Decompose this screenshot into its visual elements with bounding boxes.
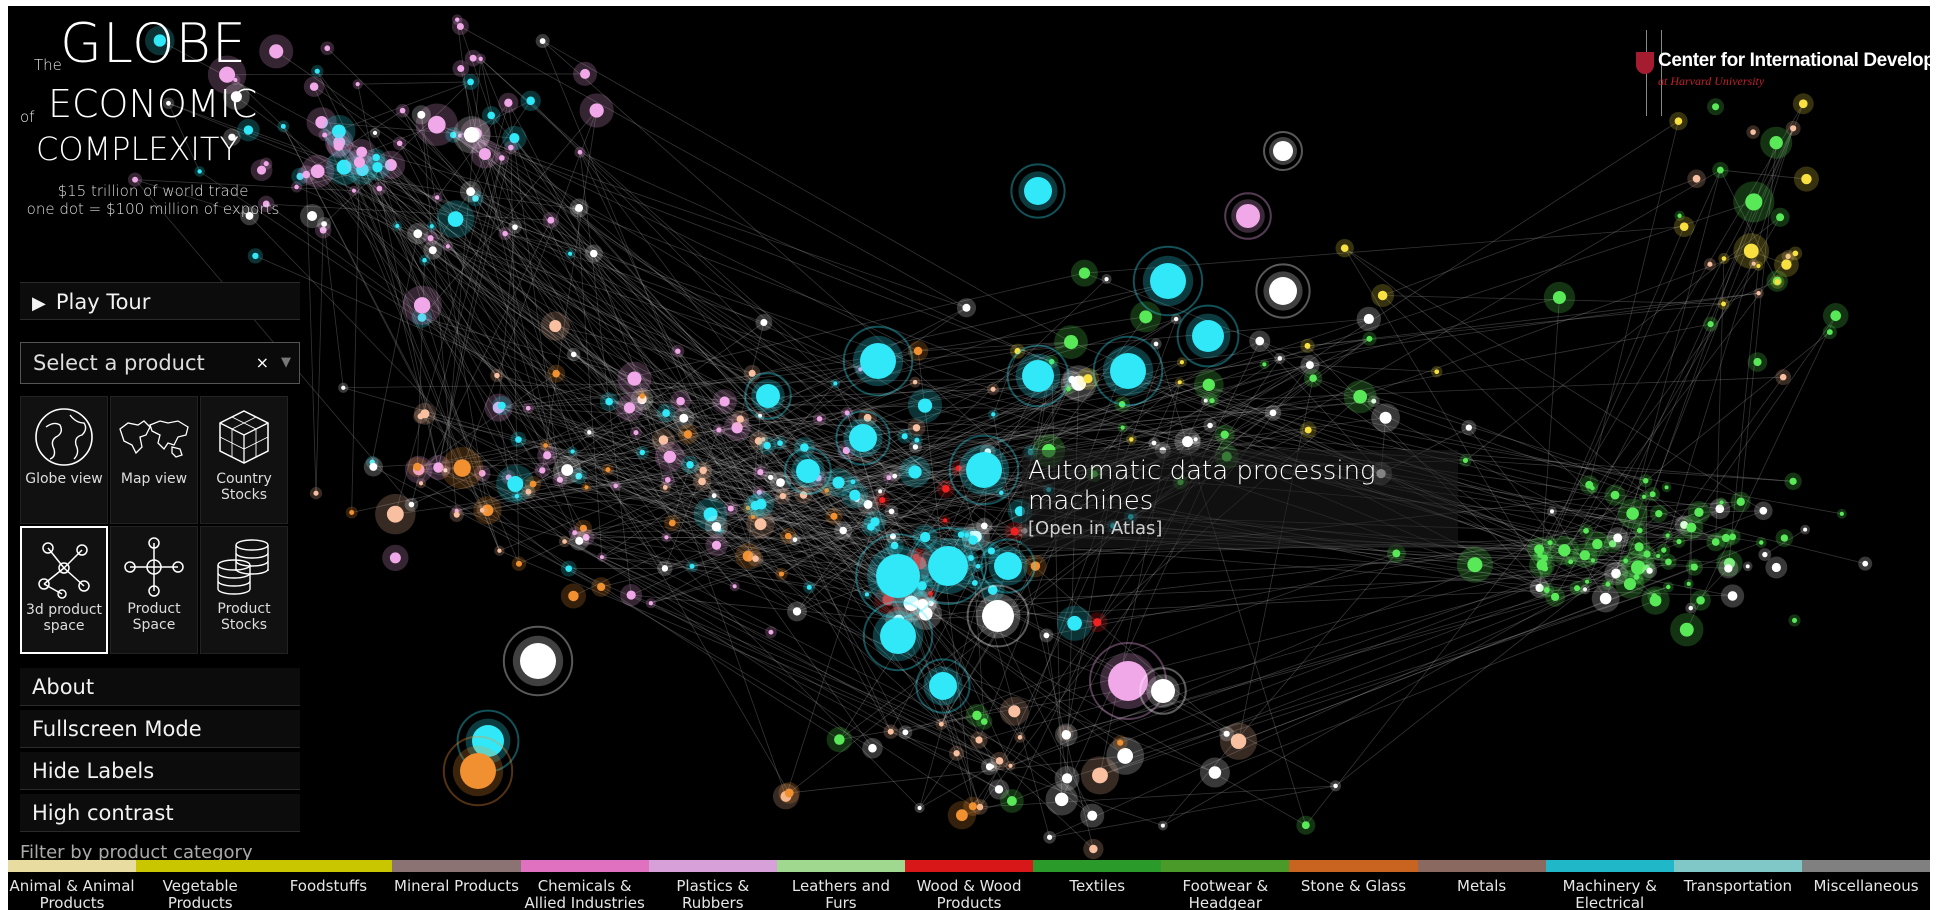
product-select[interactable]: Select a product × ▼: [20, 342, 300, 384]
title-complexity: COMPLEXITY: [36, 130, 239, 168]
logo-subtitle: at Harvard University: [1658, 74, 1765, 88]
3d-product-space-button[interactable]: 3d product space: [20, 526, 108, 654]
category-mineral[interactable]: Mineral Products: [392, 860, 521, 910]
category-label: Animal & Animal Products: [9, 877, 135, 910]
category-footwear[interactable]: Footwear & Headgear: [1161, 860, 1290, 910]
category-swatch: [1417, 860, 1546, 872]
category-swatch: [1545, 860, 1674, 872]
category-label: Footwear & Headgear: [1182, 877, 1269, 910]
category-swatch: [136, 860, 265, 872]
title-of: of: [20, 108, 35, 126]
category-label: Miscellaneous: [1813, 877, 1919, 895]
category-wood[interactable]: Wood & Wood Products: [904, 860, 1034, 910]
category-swatch: [1801, 860, 1930, 872]
country-stocks-label: Country Stocks: [216, 471, 272, 503]
globe-icon: [35, 408, 93, 466]
category-stone-glass[interactable]: Stone & Glass: [1289, 860, 1418, 910]
category-swatch: [1161, 860, 1290, 872]
category-swatch: [1673, 860, 1802, 872]
clear-icon[interactable]: ×: [256, 343, 269, 383]
cid-logo[interactable]: Center for International Development at …: [1624, 22, 1930, 132]
hide-labels-button[interactable]: Hide Labels: [20, 752, 300, 790]
category-label: Leathers and Furs: [791, 877, 890, 910]
category-animal[interactable]: Animal & Animal Products: [8, 860, 137, 910]
title-the: The: [34, 56, 62, 74]
visualization-frame: The GLOBE of ECONOMIC COMPLEXITY $15 tri…: [8, 6, 1930, 910]
category-swatch: [776, 860, 905, 872]
network-nodes[interactable]: [127, 14, 1873, 860]
category-label: Mineral Products: [394, 877, 519, 895]
category-label: Metals: [1457, 877, 1507, 895]
category-swatch: [520, 860, 649, 872]
category-label: Foodstuffs: [289, 877, 368, 895]
play-tour-label: Play Tour: [55, 290, 151, 314]
category-swatch: [392, 860, 521, 872]
category-miscellaneous[interactable]: Miscellaneous: [1801, 860, 1930, 910]
category-swatch: [264, 860, 393, 872]
map-view-label: Map view: [120, 471, 188, 487]
category-swatch: [648, 860, 777, 872]
category-label: Plastics & Rubbers: [676, 877, 750, 910]
map-view-button[interactable]: Map view: [110, 396, 198, 524]
high-contrast-button[interactable]: High contrast: [20, 794, 300, 832]
category-chemicals[interactable]: Chemicals & Allied Industries: [520, 860, 649, 910]
about-button[interactable]: About: [20, 668, 300, 706]
category-label: Vegetable Products: [162, 877, 238, 910]
title-globe: GLOBE: [60, 12, 247, 75]
3d-product-space-label: 3d product space: [25, 602, 103, 634]
harvard-shield-icon: [1636, 52, 1654, 74]
category-leathers[interactable]: Leathers and Furs: [776, 860, 905, 910]
title-economic: ECONOMIC: [48, 82, 258, 126]
chevron-down-icon[interactable]: ▼: [281, 343, 291, 383]
country-stocks-button[interactable]: Country Stocks: [200, 396, 288, 524]
play-tour-button[interactable]: ▶ Play Tour: [20, 282, 300, 320]
category-transportation[interactable]: Transportation: [1673, 860, 1802, 910]
product-tooltip: Automatic data processing machines [Open…: [1022, 450, 1458, 548]
category-metals[interactable]: Metals: [1417, 860, 1546, 910]
globe-view-button[interactable]: Globe view: [20, 396, 108, 524]
play-icon: ▶: [32, 293, 46, 314]
category-swatch: [1289, 860, 1418, 872]
cube-stack-icon: [219, 410, 269, 464]
product-stocks-button[interactable]: Product Stocks: [200, 526, 288, 654]
product-space-label: Product Space: [127, 601, 181, 633]
category-plastics[interactable]: Plastics & Rubbers: [648, 860, 777, 910]
category-vegetable[interactable]: Vegetable Products: [136, 860, 265, 910]
logo-name: Center for International Development: [1658, 50, 1930, 71]
category-label: Stone & Glass: [1300, 877, 1407, 895]
category-label: Chemicals & Allied Industries: [524, 877, 645, 910]
product-select-placeholder: Select a product: [33, 351, 205, 375]
coin-stack-icon: [217, 539, 269, 595]
category-label: Transportation: [1683, 877, 1793, 895]
fullscreen-button[interactable]: Fullscreen Mode: [20, 710, 300, 748]
category-label: Machinery & Electrical: [1562, 877, 1657, 910]
world-map-icon: [119, 420, 189, 458]
product-space-button[interactable]: Product Space: [110, 526, 198, 654]
network-3d-icon: [38, 542, 90, 599]
open-in-atlas-link[interactable]: [Open in Atlas]: [1028, 518, 1162, 539]
title-subtitle-2: one dot = $100 million of exports: [26, 200, 280, 218]
category-filter-bar: Animal & Animal Products Vegetable Produ…: [8, 860, 1930, 910]
product-stocks-label: Product Stocks: [217, 601, 271, 633]
tooltip-product-name: Automatic data processing machines: [1028, 456, 1376, 516]
category-swatch: [8, 860, 137, 872]
title-subtitle-1: $15 trillion of world trade: [57, 182, 249, 200]
category-label: Wood & Wood Products: [916, 877, 1022, 910]
category-machinery[interactable]: Machinery & Electrical: [1545, 860, 1674, 910]
globe-view-label: Globe view: [25, 471, 103, 487]
category-label: Textiles: [1069, 877, 1126, 895]
category-textiles[interactable]: Textiles: [1033, 860, 1162, 910]
category-foodstuffs[interactable]: Foodstuffs: [264, 860, 393, 910]
category-swatch: [904, 860, 1034, 872]
category-swatch: [1033, 860, 1162, 872]
network-icon: [124, 537, 184, 597]
